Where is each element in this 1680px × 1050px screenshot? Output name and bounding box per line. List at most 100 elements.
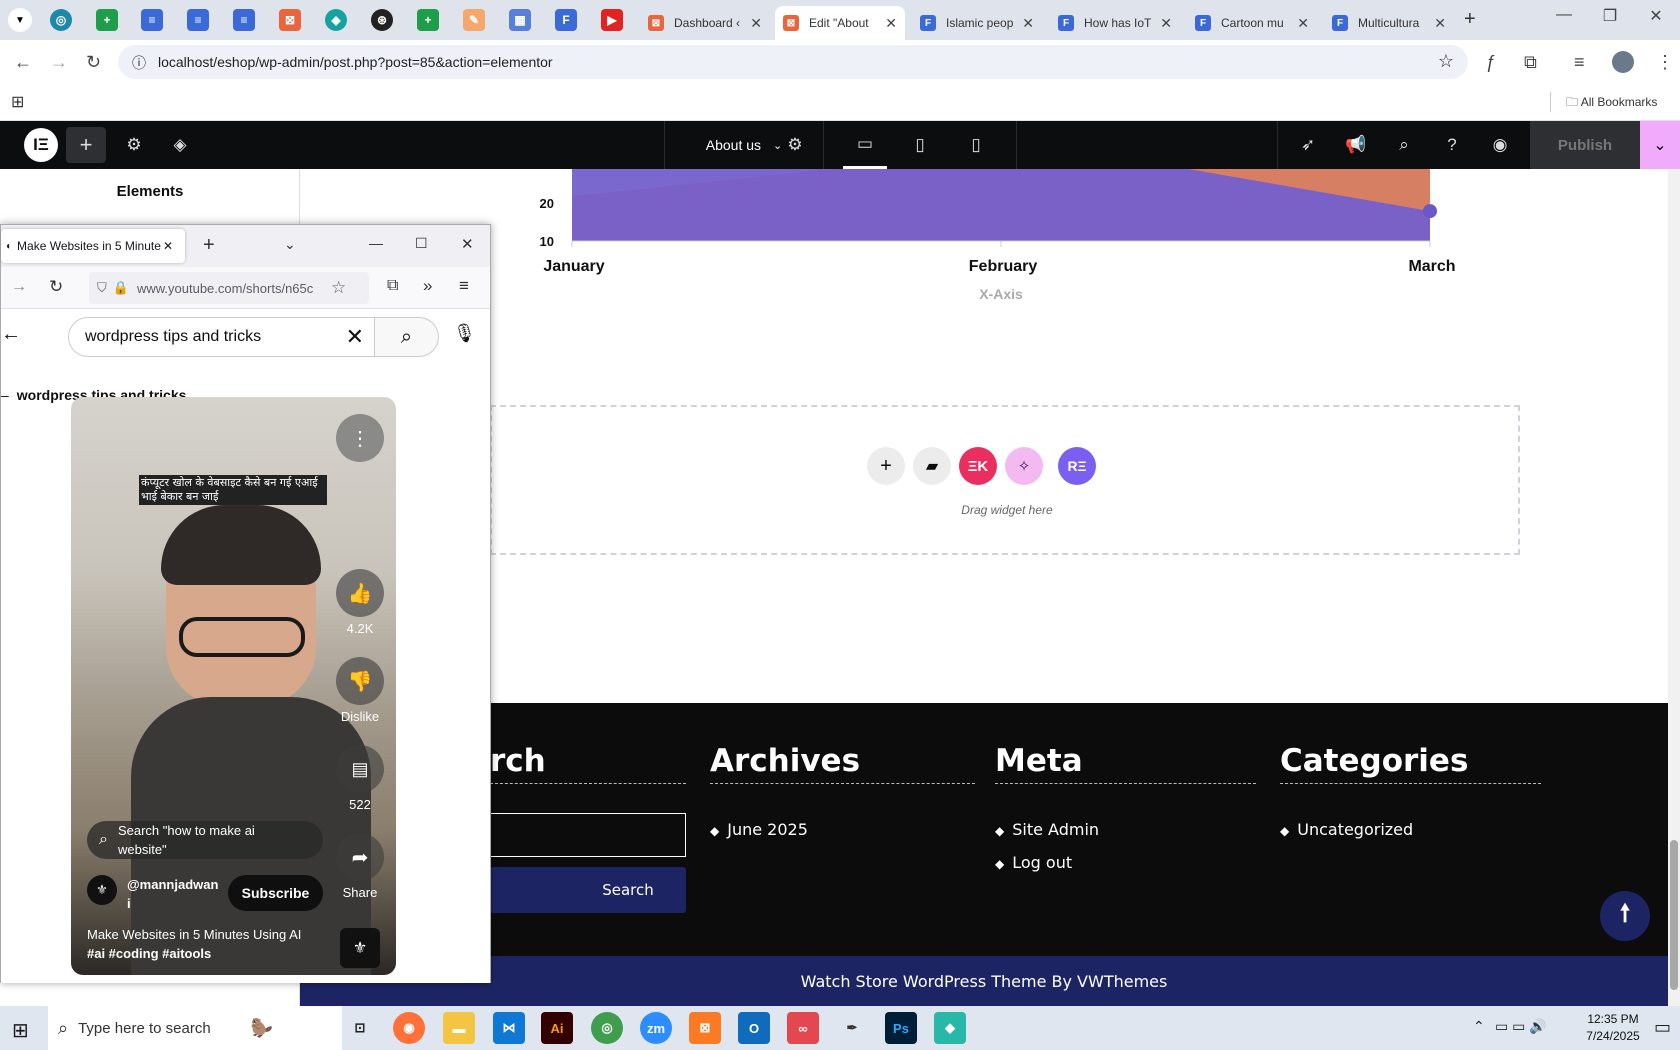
chrome-icon[interactable]: ◎ bbox=[591, 1012, 623, 1044]
close-icon[interactable]: ✕ bbox=[163, 239, 173, 253]
extensions-icon[interactable]: ⧉ bbox=[387, 277, 398, 295]
preview-eye-icon[interactable]: ◉ bbox=[1478, 121, 1522, 169]
tab-multicultural[interactable]: F Multicultura ✕ bbox=[1324, 6, 1454, 40]
file-explorer-icon[interactable]: ▬ bbox=[443, 1012, 475, 1044]
close-icon[interactable]: ✕ bbox=[1297, 15, 1309, 32]
task-view-icon[interactable]: ⊡ bbox=[344, 1012, 376, 1044]
restore-window-icon[interactable]: ❐ bbox=[1590, 6, 1630, 26]
audio-playing-icon[interactable]: ◖ bbox=[5, 241, 11, 252]
pinned-tab-icon[interactable]: ≡ bbox=[233, 9, 255, 31]
close-window-icon[interactable]: ✕ bbox=[461, 235, 474, 253]
site-settings-icon[interactable]: ⚙ bbox=[112, 121, 156, 169]
taskbar-search-box[interactable]: ⌕ Type here to search 🦫 bbox=[48, 1006, 342, 1050]
reload-icon[interactable]: ↻ bbox=[49, 277, 63, 297]
video-more-options-icon[interactable]: ⋮ bbox=[336, 414, 384, 462]
tablet-view-icon[interactable]: ▯ bbox=[898, 121, 942, 169]
youtube-short-player[interactable]: ⋮ कंप्यूटर खोल के वेबसाइट कैसे बन गई एआई… bbox=[71, 397, 396, 975]
forward-icon[interactable]: → bbox=[11, 278, 27, 296]
page-settings-gear-icon[interactable]: ⚙ bbox=[773, 121, 817, 169]
add-template-folder-icon[interactable]: ▰ bbox=[913, 447, 951, 485]
channel-handle[interactable]: @mannjadwani bbox=[127, 875, 219, 913]
pinned-tab-icon[interactable]: ◎ bbox=[50, 9, 72, 31]
footer-search-button[interactable]: Search bbox=[490, 867, 686, 913]
youtube-search-input[interactable]: wordpress tips and tricks ✕ bbox=[68, 317, 375, 357]
meta-link-log-out[interactable]: Log out bbox=[995, 853, 1072, 872]
extension-icon[interactable]: ƒ bbox=[1486, 52, 1496, 73]
related-search-chip[interactable]: ⌕ Search "how to make ai website" bbox=[87, 821, 323, 859]
overflow-chevron-icon[interactable]: » bbox=[423, 276, 432, 296]
comments-button[interactable]: ▤ bbox=[336, 745, 384, 793]
pinned-tab-icon[interactable]: F bbox=[555, 9, 577, 31]
minimize-window-icon[interactable]: — bbox=[369, 235, 383, 251]
close-icon[interactable]: ✕ bbox=[750, 15, 762, 32]
close-icon[interactable]: ✕ bbox=[1022, 15, 1034, 32]
notifications-icon[interactable]: ▭ bbox=[1654, 1017, 1671, 1038]
firefox-active-tab[interactable]: ◖ Make Websites in 5 Minute ✕ bbox=[1, 229, 185, 263]
vscode-icon[interactable]: ⋈ bbox=[493, 1012, 525, 1044]
add-element-icon[interactable]: + bbox=[66, 127, 106, 163]
clear-search-icon[interactable]: ✕ bbox=[346, 324, 364, 350]
extensions-puzzle-icon[interactable]: ⧉ bbox=[1524, 52, 1537, 73]
pinned-tab-icon[interactable]: ≡ bbox=[141, 9, 163, 31]
back-arrow-icon[interactable]: ← bbox=[1, 323, 21, 346]
share-button[interactable]: ➦ bbox=[336, 833, 384, 881]
maximize-window-icon[interactable]: ☐ bbox=[415, 235, 428, 252]
close-icon[interactable]: ✕ bbox=[1434, 15, 1446, 32]
video-title[interactable]: Make Websites in 5 Minutes Using AI bbox=[87, 927, 327, 942]
like-button[interactable]: 👍 bbox=[336, 569, 384, 617]
rocket-icon[interactable]: ➶ bbox=[1286, 121, 1330, 169]
publish-options-button[interactable]: ⌄ bbox=[1640, 121, 1680, 169]
tab-dashboard[interactable]: ⊠ Dashboard ‹ ✕ bbox=[640, 6, 770, 40]
structure-layers-icon[interactable]: ◈ bbox=[158, 121, 202, 169]
close-window-icon[interactable]: ✕ bbox=[1636, 6, 1676, 26]
subscribe-button[interactable]: Subscribe bbox=[228, 875, 323, 911]
media-control-icon[interactable]: ≡ bbox=[1574, 52, 1585, 73]
video-hashtags[interactable]: #ai #coding #aitools bbox=[87, 946, 327, 961]
back-icon[interactable]: ← bbox=[14, 52, 32, 73]
pinned-tab-icon[interactable]: + bbox=[96, 9, 118, 31]
empty-section-dropzone[interactable]: + ▰ ΞK ✧ RΞ Drag widget here bbox=[490, 405, 1520, 555]
pinned-tab-icon[interactable]: ✎ bbox=[463, 9, 485, 31]
mobile-view-icon[interactable]: ▯ bbox=[954, 121, 998, 169]
elementor-logo-icon[interactable]: IΞ bbox=[24, 128, 58, 162]
zoom-icon[interactable]: zm bbox=[640, 1012, 672, 1044]
footer-search-input[interactable] bbox=[490, 813, 686, 857]
address-bar[interactable]: ⓘ localhost/eshop/wp-admin/post.php?post… bbox=[118, 45, 1468, 79]
scrollbar-thumb[interactable] bbox=[1670, 840, 1678, 990]
meta-link-site-admin[interactable]: Site Admin bbox=[995, 820, 1099, 839]
sound-thumbnail[interactable]: ⚜ bbox=[340, 928, 380, 968]
profile-avatar[interactable] bbox=[1612, 51, 1634, 73]
reload-icon[interactable]: ↻ bbox=[86, 52, 101, 73]
firefox-menu-icon[interactable]: ≡ bbox=[459, 276, 469, 296]
close-icon[interactable]: ✕ bbox=[1160, 15, 1172, 32]
app-icon[interactable]: ◆ bbox=[934, 1012, 966, 1044]
help-icon[interactable]: ? bbox=[1430, 121, 1474, 169]
list-tabs-chevron-icon[interactable]: ⌄ bbox=[284, 236, 296, 253]
start-windows-icon[interactable]: ⊞ bbox=[12, 1018, 29, 1043]
back-to-top-button[interactable]: 🠕 bbox=[1600, 891, 1650, 941]
tab-cartoon[interactable]: F Cartoon mu ✕ bbox=[1187, 6, 1317, 40]
bookmark-star-icon[interactable]: ☆ bbox=[331, 278, 346, 298]
search-icon[interactable]: ⌕ bbox=[1382, 121, 1426, 169]
add-widget-button[interactable]: + bbox=[867, 447, 905, 485]
channel-avatar[interactable]: ⚜ bbox=[87, 875, 117, 905]
ai-sparkle-icon[interactable]: ✧ bbox=[1005, 447, 1043, 485]
pinned-tab-icon[interactable]: ▶ bbox=[601, 9, 623, 31]
dislike-button[interactable]: 👎 bbox=[336, 657, 384, 705]
forward-icon[interactable]: → bbox=[50, 52, 68, 73]
chrome-menu-icon[interactable]: ⋮ bbox=[1656, 52, 1674, 73]
firefox-taskbar-icon[interactable]: ◉ bbox=[393, 1012, 425, 1044]
elementskit-icon[interactable]: ΞK bbox=[959, 447, 997, 485]
outlook-icon[interactable]: O bbox=[738, 1012, 770, 1044]
microphone-icon[interactable]: 🎙 bbox=[453, 323, 476, 344]
tray-icons[interactable]: ▭ ▭ 🔊 bbox=[1495, 1018, 1547, 1035]
lock-icon[interactable]: 🔒 bbox=[113, 280, 129, 296]
pinned-tab-icon[interactable]: ◆ bbox=[325, 9, 347, 31]
archive-link[interactable]: June 2025 bbox=[710, 820, 808, 839]
new-tab-button[interactable]: + bbox=[1464, 8, 1476, 31]
illustrator-icon[interactable]: Ai bbox=[541, 1012, 573, 1044]
clock[interactable]: 12:35 PM 7/24/2025 bbox=[1578, 1011, 1648, 1045]
pinned-tab-icon[interactable]: ⊛ bbox=[371, 9, 393, 31]
pen-tool-icon[interactable]: ✒ bbox=[836, 1012, 868, 1044]
pinned-tab-icon[interactable]: ▦ bbox=[509, 9, 531, 31]
